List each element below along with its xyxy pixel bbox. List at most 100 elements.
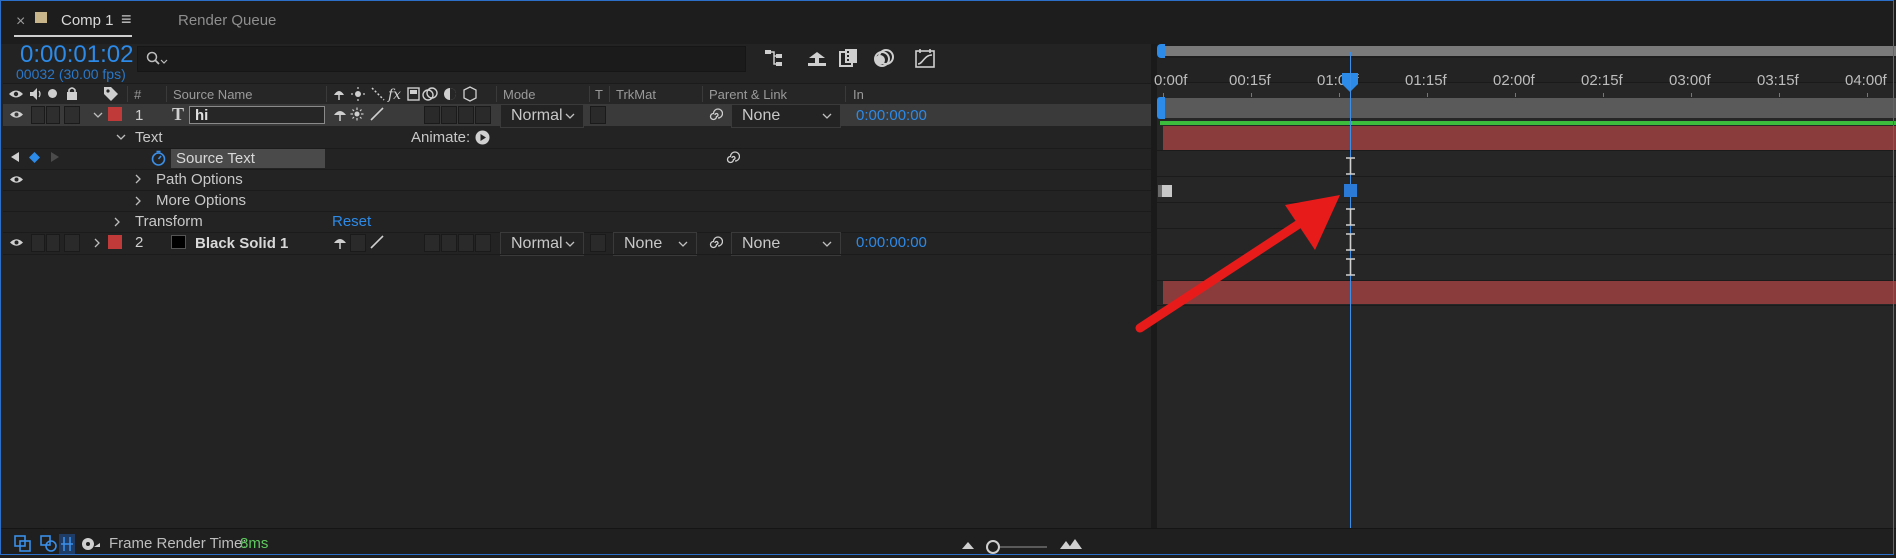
chevron-right-icon[interactable] [94, 238, 101, 248]
chevron-right-icon[interactable] [135, 174, 142, 184]
frame-blending-icon[interactable] [838, 47, 860, 69]
stopwatch-icon[interactable] [151, 150, 166, 166]
switch-slot[interactable] [458, 106, 474, 124]
switch-slot[interactable] [475, 234, 491, 252]
time-navigator-start-handle[interactable] [1157, 44, 1165, 58]
next-keyframe-icon[interactable] [50, 152, 59, 162]
layer-1-duration-bar[interactable] [1163, 126, 1896, 150]
expression-pick-whip-icon[interactable] [724, 150, 740, 166]
column-divider [845, 86, 846, 102]
draft-3d-icon[interactable] [806, 48, 828, 68]
zoom-out-icon[interactable] [962, 540, 974, 550]
eye-icon[interactable] [9, 237, 24, 248]
layer-search-field[interactable] [137, 46, 746, 72]
pick-whip-icon[interactable] [707, 235, 723, 251]
path-options-label[interactable]: Path Options [156, 171, 243, 188]
quality-switch-icon[interactable] [370, 107, 384, 121]
comp-nav-icon[interactable] [14, 535, 32, 553]
ruler-label: 04:00f [1845, 72, 1887, 89]
composition-flowchart-icon[interactable] [764, 48, 786, 68]
switch-slot[interactable] [441, 234, 457, 252]
switch-slot[interactable] [424, 106, 440, 124]
zoom-slider-thumb[interactable] [986, 540, 1000, 554]
layer-name[interactable]: hi [195, 107, 208, 124]
render-time-icon[interactable] [80, 535, 102, 553]
parent-dropdown[interactable]: None [731, 104, 841, 128]
panel-menu-icon[interactable]: ≡ [121, 9, 132, 30]
text-group-label[interactable]: Text [135, 129, 163, 146]
tab-render-queue[interactable]: Render Queue [178, 12, 276, 29]
solo-switch[interactable] [46, 106, 60, 124]
row-divider [3, 190, 1151, 191]
graph-editor-icon[interactable] [914, 47, 936, 69]
solo-switch[interactable] [46, 234, 60, 252]
search-input[interactable] [172, 49, 736, 69]
layer-label-color[interactable] [108, 235, 122, 249]
column-trkmat[interactable]: TrkMat [616, 87, 656, 102]
chevron-right-icon[interactable] [114, 217, 121, 227]
label-tag-header-icon [103, 86, 119, 102]
source-text-property[interactable]: Source Text [171, 149, 325, 168]
time-navigator-bar[interactable] [1162, 46, 1896, 56]
add-keyframe-icon[interactable] [29, 152, 40, 163]
layer-label-color[interactable] [108, 107, 122, 121]
tab-comp-1[interactable]: Comp 1 [61, 12, 114, 29]
switch-slot[interactable] [458, 234, 474, 252]
layer-name-field[interactable]: hi [189, 106, 325, 124]
svg-text:fx: fx [387, 87, 401, 103]
column-mode[interactable]: Mode [503, 87, 536, 102]
lock-switch[interactable] [64, 234, 80, 252]
transform-label[interactable]: Transform [135, 213, 203, 230]
close-tab-icon[interactable]: × [16, 13, 25, 31]
zoom-in-icon[interactable] [1060, 538, 1082, 550]
column-divider [326, 86, 327, 102]
chevron-down-icon[interactable] [116, 134, 126, 141]
switch-slot[interactable] [441, 106, 457, 124]
shy-switch-icon[interactable] [333, 235, 347, 250]
preserve-transparency-switch[interactable] [590, 234, 606, 252]
reset-link[interactable]: Reset [332, 213, 371, 230]
preserve-transparency-switch[interactable] [590, 106, 606, 124]
work-area-bar[interactable] [1160, 98, 1896, 118]
column-source-name[interactable]: Source Name [173, 87, 252, 102]
chevron-down-icon [822, 113, 832, 120]
lock-header-icon [66, 86, 78, 101]
more-options-label[interactable]: More Options [156, 192, 246, 209]
layer-in-point[interactable]: 0:00:00:00 [856, 107, 927, 124]
audio-switch[interactable] [31, 106, 45, 124]
collapse-transform-icon[interactable] [350, 107, 364, 121]
panel-tab-bar: × Comp 1 ≡ Render Queue [0, 0, 1896, 44]
motion-blur-icon[interactable] [872, 47, 896, 69]
switch-slot[interactable] [475, 106, 491, 124]
blend-mode-dropdown[interactable]: Normal [500, 232, 584, 256]
zoom-slider-track[interactable] [992, 546, 1047, 548]
column-in[interactable]: In [853, 87, 864, 102]
eye-icon[interactable] [9, 174, 24, 185]
ruler-tick [1251, 93, 1252, 97]
work-area-start-handle[interactable] [1157, 97, 1165, 119]
toggle-in-out-icon[interactable] [59, 534, 75, 554]
chevron-down-icon [822, 241, 832, 248]
prev-keyframe-icon[interactable] [11, 152, 20, 162]
layer-in-point[interactable]: 0:00:00:00 [856, 234, 927, 251]
current-timecode[interactable]: 0:00:01:02 [20, 41, 133, 69]
quality-switch-icon[interactable] [370, 235, 384, 249]
switch-slot[interactable] [424, 234, 440, 252]
audio-switch[interactable] [31, 234, 45, 252]
chevron-down-icon[interactable] [93, 112, 103, 119]
column-parent-link[interactable]: Parent & Link [709, 87, 787, 102]
lock-switch[interactable] [64, 106, 80, 124]
layer-name[interactable]: Black Solid 1 [195, 235, 288, 252]
parent-dropdown[interactable]: None [731, 232, 841, 256]
shy-switch-icon[interactable] [333, 107, 347, 122]
blend-mode-dropdown[interactable]: Normal [500, 104, 584, 128]
chevron-right-icon[interactable] [135, 196, 142, 206]
toggle-transfer-icon[interactable] [40, 535, 58, 553]
animate-play-icon[interactable] [475, 130, 490, 145]
pick-whip-icon[interactable] [707, 107, 723, 123]
track-matte-dropdown[interactable]: None [613, 232, 697, 256]
switch-slot[interactable] [350, 234, 366, 252]
frame-render-time-value: 8ms [240, 535, 269, 552]
eye-icon[interactable] [9, 109, 24, 120]
time-navigator[interactable] [1157, 44, 1896, 58]
